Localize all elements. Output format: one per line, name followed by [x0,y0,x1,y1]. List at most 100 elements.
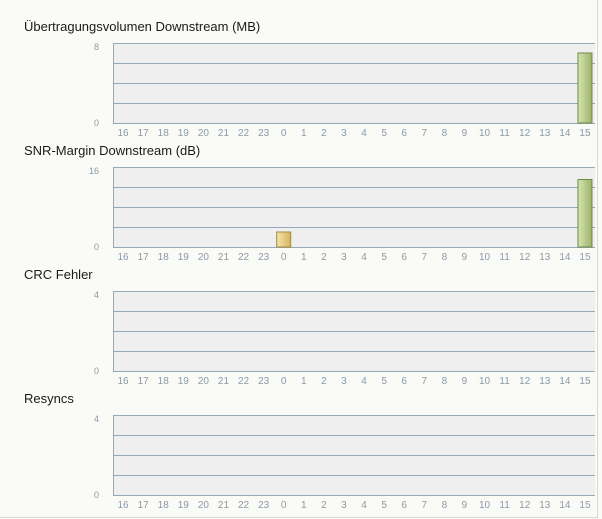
x-tick-label: 20 [198,376,210,387]
y-tick-label: 8 [94,42,99,52]
x-tick-label: 8 [442,128,448,139]
x-tick-label: 1 [301,128,307,139]
x-tick-label: 12 [519,500,531,511]
x-tick-label: 2 [321,500,327,511]
x-tick-label: 3 [341,252,347,263]
x-tick-label: 2 [321,128,327,139]
x-tick-label: 8 [442,376,448,387]
x-tick-label: 11 [499,252,510,263]
x-tick-label: 7 [422,376,428,387]
x-tick-label: 15 [579,128,591,139]
x-tick-label: 12 [519,376,531,387]
x-tick-label: 10 [479,128,491,139]
x-tick-label: 0 [281,376,287,387]
x-tick-label: 12 [519,252,531,263]
x-tick-label: 18 [158,500,170,511]
x-tick-label: 14 [559,252,571,263]
x-tick-label: 11 [499,128,510,139]
y-tick-label: 0 [94,490,99,500]
y-tick-label: 16 [89,166,99,176]
x-tick-label: 6 [401,500,407,511]
x-tick-label: 13 [539,252,551,263]
x-tick-label: 0 [281,500,287,511]
x-tick-label: 12 [519,128,531,139]
x-tick-label: 23 [258,128,270,139]
x-tick-label: 7 [422,500,428,511]
x-tick-label: 18 [158,252,170,263]
x-tick-label: 4 [361,128,367,139]
x-tick-label: 19 [178,500,190,511]
x-tick-label: 14 [559,500,571,511]
x-tick-label: 5 [381,500,387,511]
x-tick-label: 14 [559,128,571,139]
x-tick-label: 18 [158,128,170,139]
x-tick-label: 5 [381,252,387,263]
chart-svg: 4016 17 18 19 20 21 22 23 0 1 2 3 4 5 6 7 8 9 10 11 12 13 14 15 [94,290,595,387]
x-tick-label: 0 [281,128,287,139]
chart-svg: 8016 17 18 19 20 21 22 23 0 1 2 3 4 5 6 7 8 9 10 11 12 13 14 15 [94,42,595,139]
x-tick-label: 20 [198,500,210,511]
bar [276,231,292,248]
chart-svg: 16016 17 18 19 20 21 22 23 0 1 2 3 4 5 6 7 8 9 10 11 12 13 14 1… [89,166,595,263]
x-tick-label: 16 [117,376,129,387]
x-tick-label: 7 [422,252,428,263]
x-tick-label: 3 [341,376,347,387]
x-tick-label: 15 [579,500,591,511]
y-tick-label: 4 [94,414,99,424]
x-tick-label: 8 [442,252,448,263]
chart-svg: 4016 17 18 19 20 21 22 23 0 1 2 3 4 5 6 7 8 9 10 11 12 13 14 15 [94,414,595,511]
x-tick-label: 6 [401,128,407,139]
x-tick-label: 19 [178,252,190,263]
x-tick-label: 15 [579,376,591,387]
x-tick-label: 11 [499,376,510,387]
x-tick-label: 9 [462,500,468,511]
x-tick-label: 22 [238,128,250,139]
chart-panel-resyncs: Resyncs 4 0 16 17 18 19 20 21 22 23 0 1 2 3 4 5 6 7 8 9 10 11… [0,391,602,515]
x-tick-label: 6 [401,376,407,387]
x-tick-label: 17 [138,500,150,511]
x-tick-label: 14 [559,376,571,387]
x-tick-label: 17 [138,376,150,387]
x-tick-label: 17 [138,252,150,263]
x-tick-label: 4 [361,376,367,387]
x-tick-label: 9 [462,128,468,139]
x-tick-label: 18 [158,376,170,387]
y-tick-label: 0 [94,118,99,128]
x-tick-label: 21 [218,252,230,263]
x-tick-label: 21 [218,500,230,511]
x-tick-label: 22 [238,252,250,263]
x-tick-label: 3 [341,500,347,511]
x-tick-label: 17 [138,128,150,139]
x-tick-label: 3 [341,128,347,139]
x-tick-label: 1 [301,500,307,511]
x-tick-label: 15 [579,252,591,263]
x-tick-label: 6 [401,252,407,263]
x-tick-label: 19 [178,376,190,387]
x-tick-label: 4 [361,500,367,511]
x-tick-label: 19 [178,128,190,139]
x-tick-label: 1 [301,376,307,387]
x-tick-label: 22 [238,376,250,387]
x-tick-label: 13 [539,500,551,511]
x-tick-label: 5 [381,376,387,387]
x-tick-label: 8 [442,500,448,511]
bar [577,179,593,248]
x-tick-label: 21 [218,376,230,387]
x-tick-label: 21 [218,128,230,139]
x-tick-label: 16 [117,500,129,511]
x-tick-label: 23 [258,252,270,263]
chart-panel-snr: SNR-Margin Downstream (dB) 16 0 16 17 18 19 20… [0,143,602,267]
x-tick-label: 4 [361,252,367,263]
x-tick-label: 20 [198,252,210,263]
bar [577,52,593,124]
x-tick-label: 16 [117,252,129,263]
x-tick-label: 7 [422,128,428,139]
x-tick-label: 23 [258,376,270,387]
x-tick-label: 23 [258,500,270,511]
x-tick-label: 0 [281,252,287,263]
y-tick-label: 0 [94,242,99,252]
x-tick-label: 10 [479,500,491,511]
x-tick-label: 2 [321,376,327,387]
x-tick-label: 9 [462,252,468,263]
chart-panel-crc: CRC Fehler 4 0 16 17 18 19 20 21 22 23 0 1 2 3 4 5 6 7 8 9 1… [0,267,602,391]
